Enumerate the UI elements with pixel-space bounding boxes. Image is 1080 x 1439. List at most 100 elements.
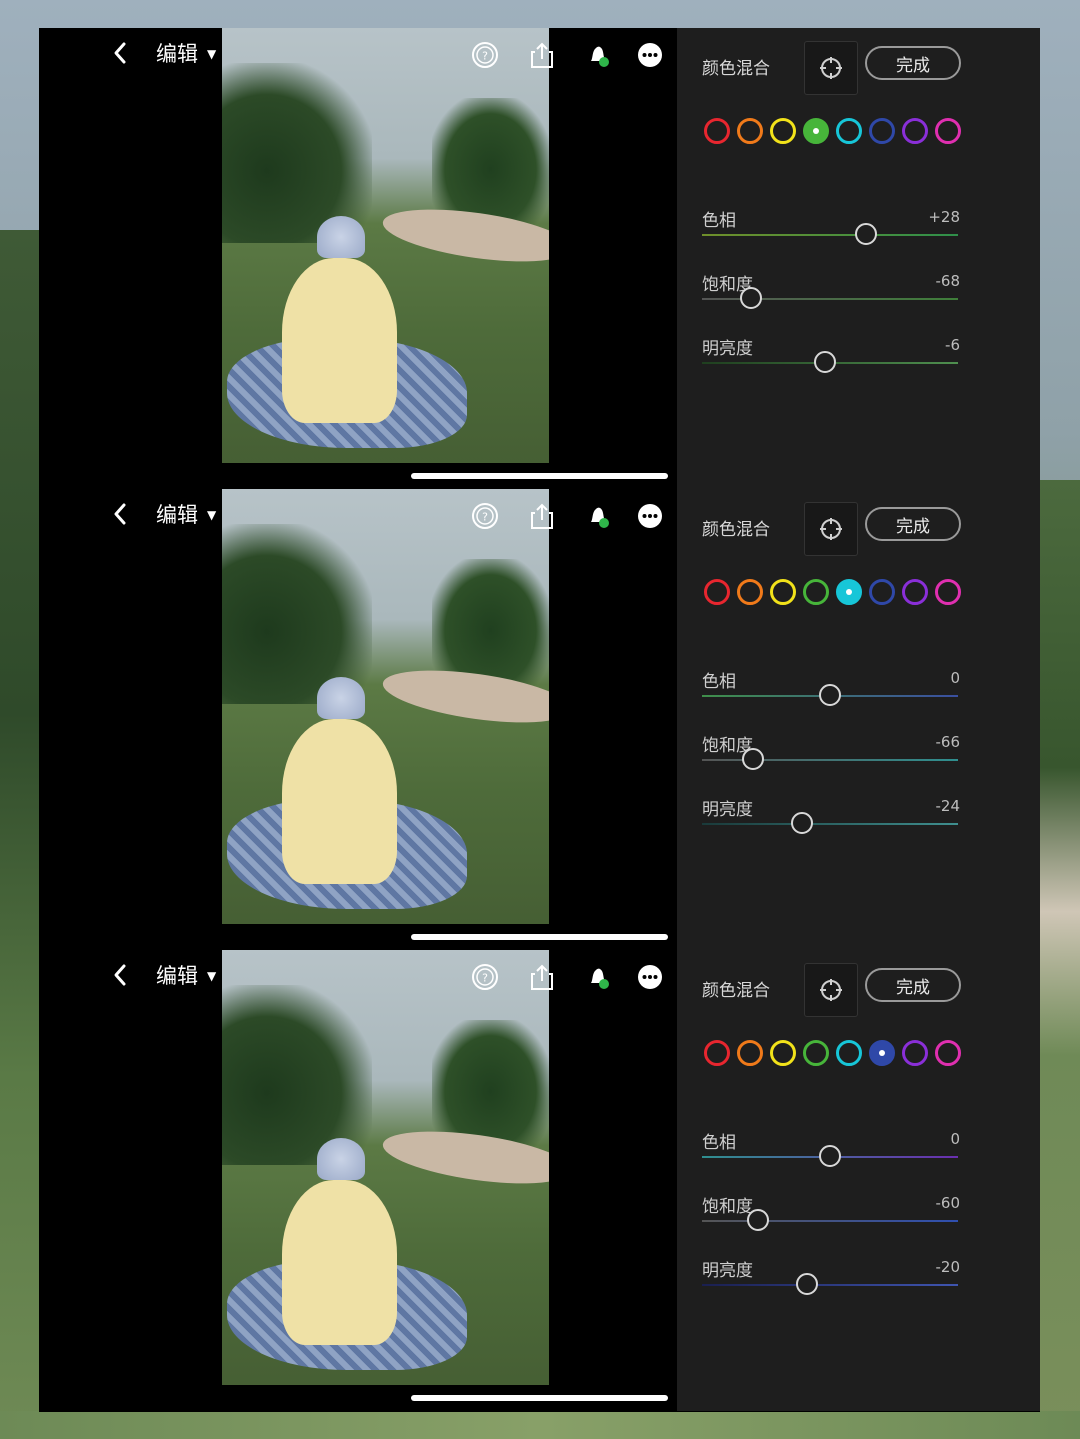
help-icon[interactable]: ?	[470, 962, 500, 992]
edit-menu-label[interactable]: 编辑	[156, 40, 198, 68]
more-icon[interactable]	[635, 40, 665, 70]
color-swatch[interactable]	[935, 1040, 961, 1066]
color-swatch[interactable]	[935, 579, 961, 605]
slider-track[interactable]	[702, 1145, 958, 1167]
back-icon[interactable]	[111, 962, 129, 988]
target-icon	[820, 57, 842, 79]
help-icon[interactable]: ?	[470, 501, 500, 531]
back-icon[interactable]	[111, 501, 129, 527]
slider-track[interactable]	[702, 748, 958, 770]
photo-figure	[282, 1180, 397, 1345]
more-icon[interactable]	[635, 501, 665, 531]
slider-label: 饱和度	[702, 1197, 753, 1217]
color-swatch[interactable]	[737, 118, 763, 144]
slider-thumb[interactable]	[854, 223, 877, 245]
slider-thumb[interactable]	[819, 684, 841, 706]
color-swatch[interactable]	[902, 1040, 928, 1066]
slider-thumb[interactable]	[742, 748, 765, 770]
slider-thumb[interactable]	[813, 351, 836, 373]
bell-icon[interactable]	[583, 962, 613, 992]
color-swatch[interactable]	[836, 579, 862, 605]
slider-thumb[interactable]	[819, 1145, 841, 1167]
screenshot-panel: 编辑 ▼ ? 颜色混合 完成 色相 +28 饱和度 -68 明亮度 -6	[39, 28, 1040, 489]
chevron-down-icon[interactable]: ▼	[207, 40, 216, 68]
photo-preview	[222, 28, 549, 463]
slider-track[interactable]	[702, 223, 958, 245]
photo-trees-right	[432, 559, 549, 689]
color-swatch[interactable]	[704, 579, 730, 605]
target-adjust-button[interactable]	[804, 963, 858, 1017]
color-swatch[interactable]	[869, 1040, 895, 1066]
color-swatch[interactable]	[770, 118, 796, 144]
help-icon[interactable]: ?	[470, 40, 500, 70]
slider-track[interactable]	[702, 287, 958, 309]
color-swatch[interactable]	[770, 1040, 796, 1066]
home-indicator	[411, 1395, 668, 1401]
color-swatch[interactable]	[803, 118, 829, 144]
color-swatch[interactable]	[902, 118, 928, 144]
target-adjust-button[interactable]	[804, 41, 858, 95]
slider-value: -60	[935, 1194, 961, 1212]
slider-label: 色相	[702, 1133, 736, 1153]
slider-thumb[interactable]	[795, 1273, 818, 1295]
chevron-down-icon[interactable]: ▼	[207, 501, 216, 529]
slider-label: 明亮度	[702, 1261, 753, 1281]
svg-text:?: ?	[482, 972, 488, 985]
home-indicator	[411, 934, 668, 940]
target-adjust-button[interactable]	[804, 502, 858, 556]
chevron-down-icon[interactable]: ▼	[207, 962, 216, 990]
color-swatch[interactable]	[935, 118, 961, 144]
color-swatch[interactable]	[704, 1040, 730, 1066]
color-swatch[interactable]	[836, 118, 862, 144]
photo-figure	[282, 258, 397, 423]
slider-thumb[interactable]	[790, 812, 813, 834]
color-swatch[interactable]	[869, 118, 895, 144]
panel-title: 颜色混合	[702, 981, 770, 1001]
edit-menu-label[interactable]: 编辑	[156, 962, 198, 990]
collage-frame: 编辑 ▼ ? 颜色混合 完成 色相 +28 饱和度 -68 明亮度 -6 编辑 ▼ ?	[39, 28, 1040, 1412]
bell-icon[interactable]	[583, 501, 613, 531]
slider-value: -66	[935, 733, 961, 751]
share-icon[interactable]	[527, 40, 557, 70]
svg-text:?: ?	[482, 511, 488, 524]
done-button[interactable]: 完成	[865, 507, 961, 541]
slider-value: +28	[928, 208, 960, 226]
slider-track[interactable]	[702, 351, 958, 373]
share-icon[interactable]	[527, 501, 557, 531]
share-icon[interactable]	[527, 962, 557, 992]
slider-track[interactable]	[702, 684, 958, 706]
color-swatch[interactable]	[803, 579, 829, 605]
slider-label: 色相	[702, 211, 736, 231]
slider-thumb[interactable]	[747, 1209, 770, 1231]
color-swatch[interactable]	[836, 1040, 862, 1066]
slider-label: 色相	[702, 672, 736, 692]
slider-label: 明亮度	[702, 339, 753, 359]
bell-icon[interactable]	[583, 40, 613, 70]
photo-hat	[317, 677, 365, 719]
slider-label: 明亮度	[702, 800, 753, 820]
color-swatch[interactable]	[803, 1040, 829, 1066]
photo-preview	[222, 950, 549, 1385]
color-swatch[interactable]	[869, 579, 895, 605]
edit-menu-label[interactable]: 编辑	[156, 501, 198, 529]
back-icon[interactable]	[111, 40, 129, 66]
color-swatch[interactable]	[770, 579, 796, 605]
color-swatch[interactable]	[737, 579, 763, 605]
slider-value: -6	[945, 336, 960, 354]
color-swatch[interactable]	[902, 579, 928, 605]
screenshot-panel: 编辑 ▼ ? 颜色混合 完成 色相 0 饱和度 -66 明亮度 -24	[39, 489, 1040, 950]
slider-track[interactable]	[702, 812, 958, 834]
target-icon	[820, 979, 842, 1001]
slider-track[interactable]	[702, 1209, 958, 1231]
color-swatch[interactable]	[737, 1040, 763, 1066]
done-button[interactable]: 完成	[865, 46, 961, 80]
photo-trees-right	[432, 98, 549, 228]
color-swatch-row	[704, 118, 961, 144]
slider-track[interactable]	[702, 1273, 958, 1295]
more-icon[interactable]	[635, 962, 665, 992]
slider-thumb[interactable]	[739, 287, 762, 309]
color-swatch[interactable]	[704, 118, 730, 144]
slider-value: -68	[935, 272, 961, 290]
done-button[interactable]: 完成	[865, 968, 961, 1002]
target-icon	[820, 518, 842, 540]
